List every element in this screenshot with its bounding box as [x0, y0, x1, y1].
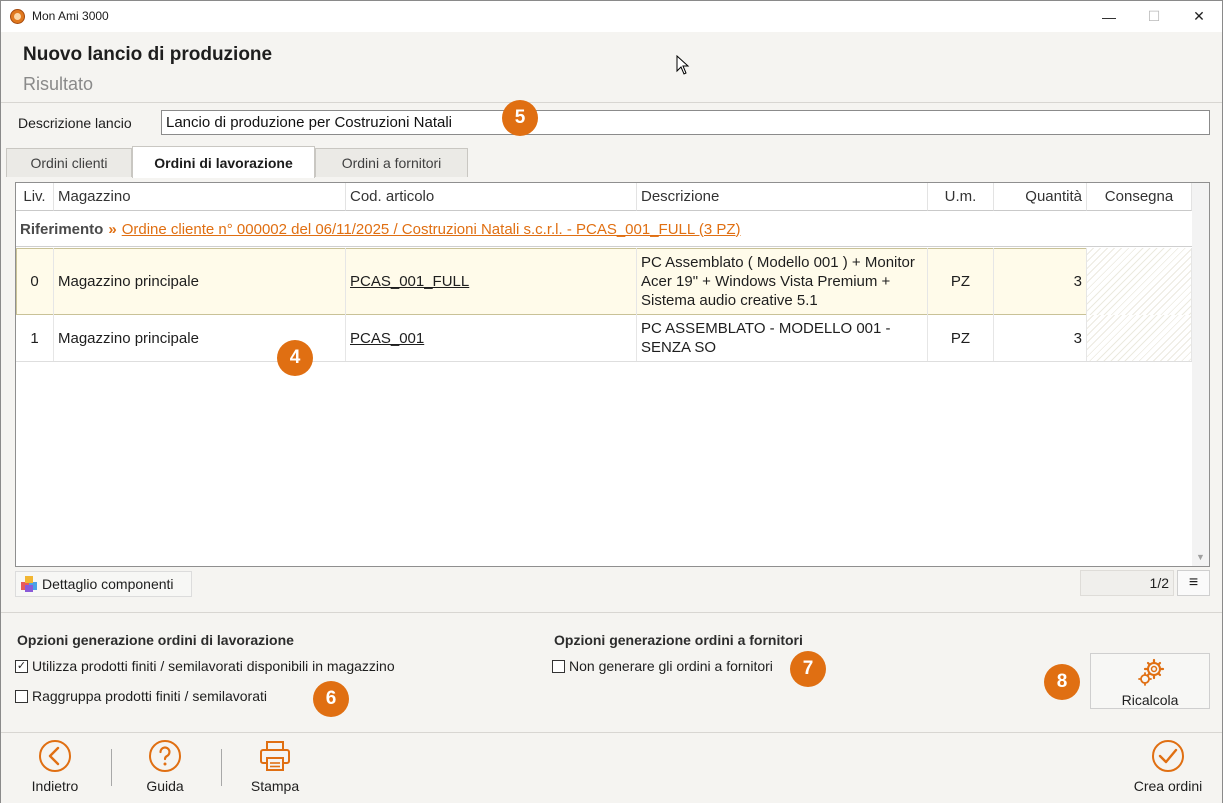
scroll-down-icon[interactable]: ▼: [1196, 552, 1205, 562]
group-products-checkbox[interactable]: Raggruppa prodotti finiti / semilavorati: [15, 688, 267, 704]
column-header-quantita[interactable]: Quantità: [994, 183, 1087, 211]
page-subtitle: Risultato: [23, 74, 94, 94]
cell-magazzino: Magazzino principale: [54, 248, 346, 315]
cell-um: PZ: [928, 248, 994, 315]
app-window: Mon Ami 3000 — ☐ ✕ Nuovo lancio di produ…: [0, 0, 1223, 803]
print-label: Stampa: [250, 778, 300, 794]
column-header-consegna[interactable]: Consegna: [1087, 183, 1192, 211]
reference-separator: »: [108, 220, 117, 238]
cell-um: PZ: [928, 315, 994, 361]
recalc-label: Ricalcola: [1121, 692, 1179, 708]
column-header-codice[interactable]: Cod. articolo: [346, 183, 637, 211]
gears-icon: [1138, 658, 1165, 686]
reference-label: Riferimento: [20, 220, 104, 238]
cell-liv: 1: [16, 315, 54, 361]
checkbox-icon[interactable]: [15, 689, 28, 703]
supplier-options-title: Opzioni generazione ordini a fornitori: [554, 632, 803, 648]
title-bar: Mon Ami 3000 — ☐ ✕: [1, 1, 1222, 32]
toolbar-separator: [111, 749, 112, 786]
page-title: Nuovo lancio di produzione: [23, 44, 273, 65]
cell-quantita[interactable]: 3: [994, 315, 1087, 361]
header-divider: [1, 102, 1222, 103]
cell-codice[interactable]: PCAS_001_FULL: [346, 248, 637, 315]
options-divider: [1, 612, 1222, 613]
component-detail-label: Dettaglio componenti: [42, 576, 174, 592]
article-code-link[interactable]: PCAS_001_FULL: [350, 272, 469, 291]
back-label: Indietro: [31, 778, 79, 794]
cell-consegna[interactable]: [1087, 315, 1192, 361]
description-label: Descrizione lancio: [18, 115, 132, 131]
app-logo-icon: [10, 9, 25, 24]
back-button[interactable]: Indietro: [10, 739, 100, 799]
menu-icon[interactable]: ≡: [1177, 570, 1210, 596]
check-circle-icon: [1152, 740, 1184, 772]
mouse-cursor-icon: [676, 55, 690, 75]
checkbox-icon[interactable]: [552, 659, 565, 673]
checkbox-checked-icon[interactable]: ✓: [15, 659, 28, 673]
reference-order-link[interactable]: Ordine cliente n° 000002 del 06/11/2025 …: [122, 221, 741, 238]
help-label: Guida: [146, 778, 184, 794]
create-orders-label: Crea ordini: [1133, 778, 1203, 794]
back-arrow-icon: [39, 740, 71, 772]
cell-descrizione: PC ASSEMBLATO - MODELLO 001 - SENZA SO: [637, 315, 928, 361]
callout-badge: 7: [790, 651, 826, 687]
column-header-liv[interactable]: Liv.: [16, 183, 54, 211]
tab-ordini-clienti[interactable]: Ordini clienti: [6, 148, 132, 177]
tab-ordini-lavorazione[interactable]: Ordini di lavorazione: [132, 146, 315, 178]
column-header-magazzino[interactable]: Magazzino: [54, 183, 346, 211]
component-detail-button[interactable]: Dettaglio componenti: [15, 571, 192, 597]
article-code-link[interactable]: PCAS_001: [350, 329, 424, 348]
recalc-button[interactable]: Ricalcola: [1090, 653, 1210, 709]
page-indicator: 1/2: [1080, 570, 1174, 596]
cell-consegna[interactable]: [1087, 248, 1192, 315]
no-supplier-orders-label: Non generare gli ordini a fornitori: [569, 658, 773, 674]
maximize-button[interactable]: ☐: [1131, 1, 1177, 32]
row-divider: [16, 361, 1192, 362]
minimize-button[interactable]: —: [1086, 1, 1132, 32]
no-supplier-orders-checkbox[interactable]: Non generare gli ordini a fornitori: [552, 658, 773, 674]
vertical-scrollbar[interactable]: ▼: [1192, 183, 1209, 566]
use-stock-checkbox[interactable]: ✓ Utilizza prodotti finiti / semilavorat…: [15, 658, 395, 674]
table-row[interactable]: 1 Magazzino principale PCAS_001 PC ASSEM…: [16, 315, 1192, 361]
table-row[interactable]: 0 Magazzino principale PCAS_001_FULL PC …: [16, 248, 1192, 315]
tab-ordini-fornitori[interactable]: Ordini a fornitori: [315, 148, 468, 177]
close-button[interactable]: ✕: [1176, 1, 1222, 32]
cubes-icon: [21, 576, 37, 592]
callout-badge: 5: [502, 100, 538, 136]
callout-badge: 4: [277, 340, 313, 376]
create-orders-button[interactable]: Crea ordini: [1123, 739, 1213, 799]
reference-row: Riferimento » Ordine cliente n° 000002 d…: [16, 212, 1192, 247]
use-stock-label: Utilizza prodotti finiti / semilavorati …: [32, 658, 395, 674]
cell-descrizione: PC Assemblato ( Modello 001 ) + Monitor …: [637, 248, 928, 315]
cell-codice[interactable]: PCAS_001: [346, 315, 637, 361]
print-button[interactable]: Stampa: [230, 739, 320, 799]
app-title: Mon Ami 3000: [32, 9, 109, 23]
toolbar-separator: [221, 749, 222, 786]
column-header-descrizione[interactable]: Descrizione: [637, 183, 928, 211]
callout-badge: 8: [1044, 664, 1080, 700]
help-icon: [149, 740, 181, 772]
work-orders-options-title: Opzioni generazione ordini di lavorazion…: [17, 632, 294, 648]
help-button[interactable]: Guida: [120, 739, 210, 799]
column-header-um[interactable]: U.m.: [928, 183, 994, 211]
work-orders-grid: Liv. Magazzino Cod. articolo Descrizione…: [15, 182, 1210, 567]
description-input[interactable]: [161, 110, 1210, 135]
callout-badge: 6: [313, 681, 349, 717]
group-products-label: Raggruppa prodotti finiti / semilavorati: [32, 688, 268, 704]
printer-icon: [260, 741, 290, 771]
cell-liv: 0: [16, 248, 54, 315]
cell-quantita[interactable]: 3: [994, 248, 1087, 315]
